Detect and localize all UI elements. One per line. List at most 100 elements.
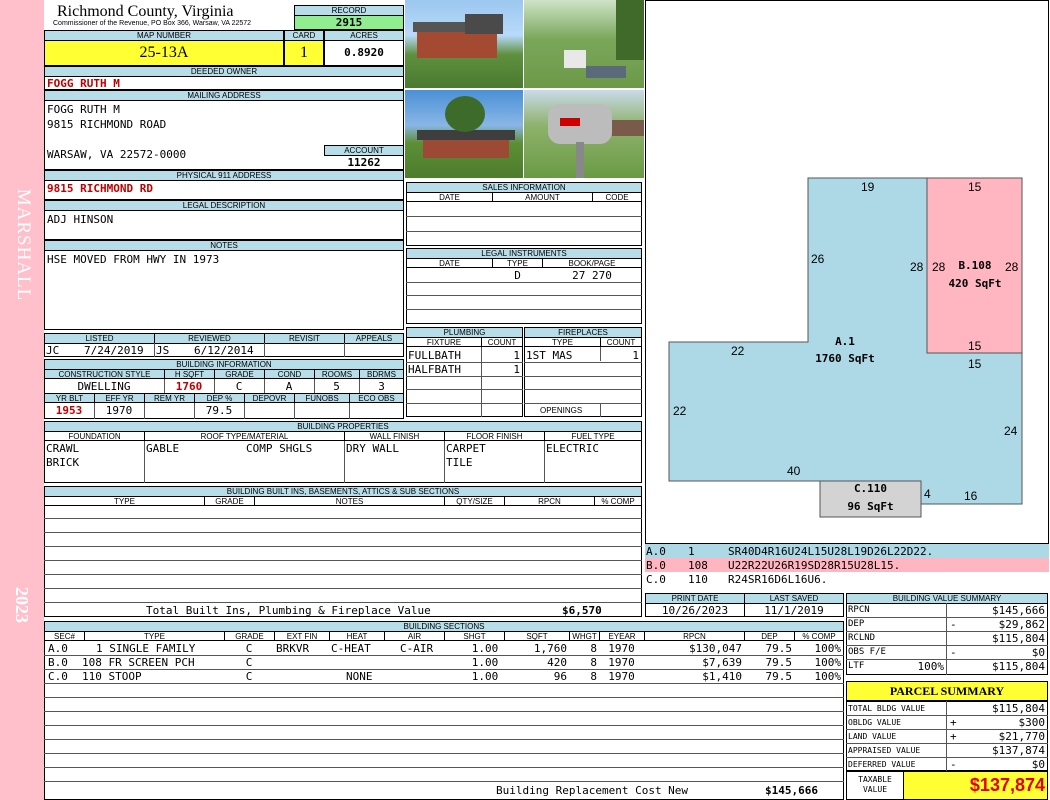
taxable-value: $137,874 — [969, 775, 1045, 795]
sec-a-whgt: 8 — [590, 642, 597, 655]
construction-style: DWELLING — [77, 380, 131, 393]
reviewed-by: JS — [156, 344, 170, 357]
bh-rooms: ROOMS — [314, 369, 360, 379]
builtins-col-notes: NOTES — [254, 496, 445, 506]
sec-c-rpcn: $1,410 — [702, 670, 742, 683]
dim-b-left2: 28 — [932, 260, 946, 274]
sec-a-air: C-AIR — [400, 642, 434, 655]
account-header: ACCOUNT — [324, 145, 404, 156]
dim-bottom-right: 16 — [964, 489, 978, 503]
fireplace-type-1: 1ST MAS — [526, 349, 573, 362]
sec-b-whgt: 8 — [590, 656, 597, 669]
county-name: Richmond County, Virginia — [57, 3, 234, 20]
section-b-area: 420 SqFt — [948, 277, 1002, 290]
rooms: 5 — [333, 380, 340, 393]
year-built: 1953 — [55, 404, 83, 417]
dim-left-upper: 26 — [811, 252, 825, 266]
sec-b-rpcn: $7,639 — [702, 656, 742, 669]
floor-plan-sketch — [668, 177, 1023, 518]
bvs-key-ltf: LTF — [848, 661, 865, 671]
bh2-dep: DEP % — [194, 393, 245, 403]
fireplace-openings-label: OPENINGS — [540, 406, 583, 415]
traverse-c-code: 110 — [688, 573, 708, 586]
floor-finish-2: TILE — [446, 456, 473, 469]
mailing-line3: WARSAW, VA 22572-0000 — [47, 148, 187, 161]
traverse-b-sec: B.0 — [646, 559, 666, 572]
sec-col-rpcn: RPCN — [644, 631, 745, 641]
instrument-book: 27 270 — [572, 269, 612, 282]
bvs-val-obs: $0 — [1031, 646, 1045, 659]
taxable-label-2: VALUE — [862, 785, 888, 794]
sales-col-amount: AMOUNT — [492, 192, 593, 202]
acres-value: 0.8920 — [344, 46, 384, 59]
sec-a-heat: C-HEAT — [331, 642, 371, 655]
dim-a-right-top: 15 — [968, 357, 982, 371]
sec-col-sec: SEC# — [44, 631, 85, 641]
instruments-col-book: BOOK/PAGE — [542, 258, 642, 268]
sec-b-sec: B.0 — [48, 656, 68, 669]
bh2-remyr: REM YR — [144, 393, 195, 403]
sec-c-type: 110 STOOP — [82, 670, 142, 683]
parcel-key-obldg: OBLDG VALUE — [848, 718, 901, 727]
parcel-val-land: $21,770 — [998, 730, 1045, 743]
sec-c-eyear: 1970 — [608, 670, 635, 683]
bh-cond: COND — [264, 369, 315, 379]
builtins-total-label: Total Built Ins, Plumbing & Fireplace Va… — [146, 604, 431, 617]
section-a-label: A.1 — [835, 335, 855, 348]
sec-col-comp: % COMP — [794, 631, 844, 641]
dim-b-left1: 28 — [910, 260, 924, 274]
sec-col-eyear: EYEAR — [599, 631, 645, 641]
owner-name: FOGG RUTH M — [47, 77, 120, 90]
wall-finish: DRY WALL — [346, 442, 399, 455]
parcel-key-total-bldg: TOTAL BLDG VALUE — [848, 704, 926, 713]
sec-b-comp: 100% — [814, 656, 842, 669]
card-number: 1 — [300, 44, 308, 61]
traverse-a-sec: A.0 — [646, 545, 666, 558]
sec-c-grade: C — [245, 670, 253, 683]
bvs-key-rpcn: RPCN — [848, 605, 870, 615]
props-col-floor: FLOOR FINISH — [444, 431, 545, 441]
mailing-line2: 9815 RICHMOND ROAD — [47, 118, 167, 131]
bh2-ecoobs: ECO OBS — [349, 393, 404, 403]
bvs-val-dep: $29,862 — [998, 618, 1045, 631]
sec-col-type: TYPE — [84, 631, 225, 641]
traverse-b-code: 108 — [688, 559, 708, 572]
map-number: 25-13A — [139, 44, 189, 61]
props-col-wall: WALL FINISH — [344, 431, 445, 441]
sales-col-date: DATE — [406, 192, 493, 202]
replacement-cost-value: $145,666 — [765, 784, 818, 797]
dim-a-bottom: 40 — [787, 464, 801, 478]
bvs-pre-ltf: 100% — [917, 660, 945, 673]
sec-col-dep: DEP — [744, 631, 795, 641]
sec-col-grade: GRADE — [224, 631, 275, 641]
sec-a-grade: C — [245, 642, 253, 655]
sec-c-sqft: 96 — [553, 670, 567, 683]
parcel-val-appraised: $137,874 — [992, 744, 1045, 757]
builtins-col-rpcn: RPCN — [504, 496, 595, 506]
instruments-col-date: DATE — [406, 258, 493, 268]
condition: A — [285, 380, 293, 393]
plumbing-count-1: 1 — [513, 349, 520, 362]
parcel-val-total-bldg: $115,804 — [992, 702, 1045, 715]
dim-a-left: 22 — [673, 404, 687, 418]
traverse-c-path: R24SR16D6L16U6. — [728, 573, 828, 586]
bh-sqft: H SQFT — [164, 369, 215, 379]
sec-c-heat: NONE — [346, 670, 373, 683]
sec-col-whgt: WHGT — [569, 631, 600, 641]
roof-material: COMP SHGLS — [246, 442, 313, 455]
traverse-c-sec: C.0 — [646, 573, 666, 586]
parcel-key-deferred: DEFERRED VALUE — [848, 760, 916, 769]
foundation-2: BRICK — [46, 456, 80, 469]
builtins-col-type: TYPE — [44, 496, 205, 506]
bvs-val-rpcn: $145,666 — [992, 604, 1045, 617]
plumbing-col-fixture: FIXTURE — [406, 337, 482, 347]
sec-b-sqft: 420 — [547, 656, 567, 669]
floor-finish-1: CARPET — [446, 442, 486, 455]
last-saved-date: 11/1/2019 — [764, 604, 824, 617]
fuel-type: ELECTRIC — [546, 442, 599, 455]
sec-a-comp: 100% — [814, 642, 842, 655]
section-c-label: C.110 — [853, 482, 888, 495]
dim-b-right: 28 — [1005, 260, 1019, 274]
sec-a-ext: BRKVR — [276, 642, 310, 655]
props-col-foundation: FOUNDATION — [44, 431, 145, 441]
